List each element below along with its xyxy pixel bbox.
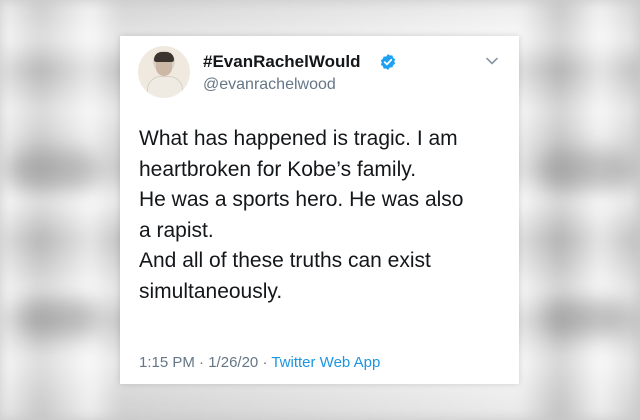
tweet-text-line: a rapist. — [139, 218, 214, 242]
background-blur-shape — [20, 300, 100, 335]
tweet-text-line: He was a sports hero. He was also — [139, 188, 464, 211]
avatar-body — [147, 76, 183, 98]
meta-separator: · — [199, 354, 205, 371]
tweet-text-line: What has happened is tragic. I am — [139, 127, 458, 150]
tweet-card: #EvanRachelWould @evanrachelwood What ha… — [120, 36, 519, 384]
verified-badge-icon — [380, 54, 396, 70]
background-blur-shape — [540, 150, 630, 190]
tweet-text: What has happened is tragic. I am heartb… — [139, 124, 511, 307]
avatar-hair — [154, 52, 174, 62]
tweet-text-line: And all of these truths can exist — [139, 249, 431, 272]
chevron-down-icon[interactable] — [485, 56, 499, 66]
avatar[interactable] — [138, 46, 190, 98]
display-name[interactable]: #EvanRachelWould — [203, 52, 360, 72]
user-handle[interactable]: @evanrachelwood — [203, 76, 336, 94]
tweet-source-link[interactable]: Twitter Web App — [271, 354, 380, 371]
tweet-date[interactable]: 1/26/20 — [208, 354, 258, 371]
tweet-time[interactable]: 1:15 PM — [139, 354, 195, 371]
tweet-metadata: 1:15 PM · 1/26/20 · Twitter Web App — [139, 354, 380, 371]
tweet-text-line: heartbroken for Kobe’s family. — [139, 157, 417, 181]
tweet-text-line: simultaneously. — [139, 279, 283, 303]
meta-separator: · — [262, 354, 268, 371]
background-blur-shape — [545, 300, 625, 335]
background-blur-shape — [10, 150, 100, 190]
